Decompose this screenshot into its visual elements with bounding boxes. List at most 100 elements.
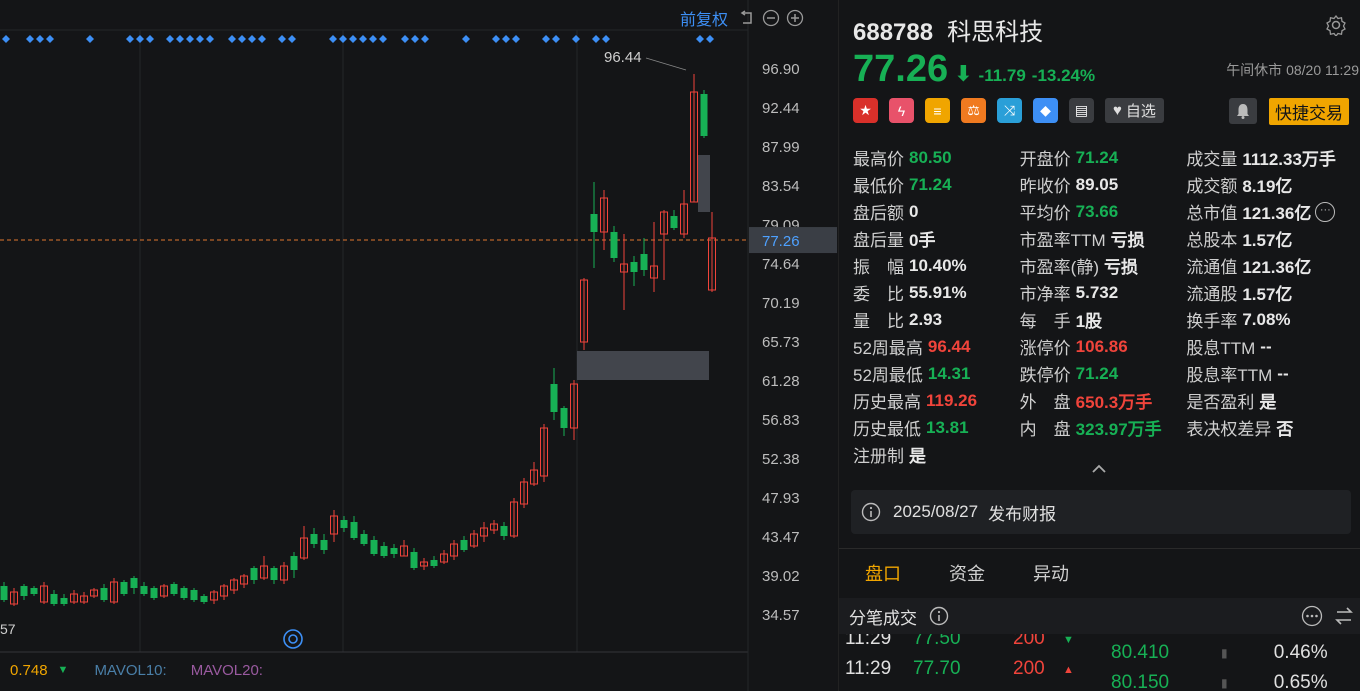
shuffle-icon[interactable]: ⤨: [997, 98, 1022, 123]
level-row: 80.410 ▮ 0.46%: [1111, 642, 1360, 664]
quote-label: 昨收价: [1019, 177, 1071, 196]
candle-body: [390, 548, 398, 554]
info-icon[interactable]: [929, 606, 949, 626]
quote-value: 1.57亿: [1242, 231, 1293, 250]
candle-body: [150, 588, 158, 598]
quote-cell: 表决权差异否: [1186, 415, 1353, 440]
event-marker-icon: [206, 35, 214, 43]
volume-value: 0.748: [10, 661, 48, 679]
zoom-out-icon[interactable]: [762, 9, 780, 27]
add-watchlist-button[interactable]: ♥ 自选: [1105, 98, 1164, 123]
quote-cell: 市盈率(静) 亏损: [1020, 253, 1187, 278]
quote-cell: 流通值 121.36亿: [1186, 253, 1353, 278]
event-marker-icon: [502, 35, 510, 43]
quote-cell: 市净率 5.732: [1020, 280, 1187, 305]
event-marker-icon: [228, 35, 236, 43]
candle-body: [350, 522, 358, 538]
quote-label: 是否盈利: [1186, 393, 1255, 412]
q-logo-icon-inner: [288, 634, 298, 644]
level-row: 80.150 ▮ 0.65%: [1111, 672, 1360, 691]
quote-value: 55.91%: [909, 282, 967, 302]
event-marker-icon: [86, 35, 94, 43]
coins-icon[interactable]: ≡: [925, 98, 950, 123]
candle-body: [140, 586, 148, 594]
quote-row: 最低价 71.24 昨收价 89.05 成交额 8.19亿: [853, 171, 1353, 198]
quote-cell: 振 幅 10.40%: [853, 253, 1020, 278]
bell-icon[interactable]: [1229, 98, 1257, 124]
volume-dropdown-icon[interactable]: ▼: [58, 664, 69, 676]
candle-body: [590, 214, 598, 232]
quote-cell: 外 盘 650.3万手: [1020, 388, 1187, 413]
fuquan-toggle[interactable]: 前复权: [680, 6, 728, 30]
event-marker-icon: [359, 35, 367, 43]
stock-code: 688788: [853, 19, 934, 46]
quote-label: 总市值: [1186, 204, 1238, 223]
event-marker-icon: [492, 35, 500, 43]
tab-capital[interactable]: 资金: [949, 560, 1007, 586]
tab-orderbook[interactable]: 盘口: [865, 560, 923, 586]
candle-body: [560, 408, 568, 428]
earnings-notice[interactable]: 2025/08/27 发布财报: [851, 490, 1351, 534]
undo-icon[interactable]: [738, 9, 756, 27]
kline-chart[interactable]: 96.9092.4487.9983.5479.0977.2674.6470.19…: [0, 0, 838, 691]
tick-price: 77.70: [913, 658, 961, 679]
event-marker-icon: [136, 35, 144, 43]
quote-cell: 量 比 2.93: [853, 307, 1020, 332]
level-price: 80.150: [1111, 672, 1170, 691]
candle-body: [500, 526, 508, 536]
swap-icon[interactable]: [1333, 605, 1355, 627]
scale-icon[interactable]: ⚖: [961, 98, 986, 123]
gear-icon[interactable]: [1325, 14, 1347, 36]
tab-anomaly[interactable]: 异动: [1033, 560, 1091, 586]
quote-cell: 成交量 1112.33万手: [1186, 145, 1353, 170]
quote-value: 121.36亿: [1242, 258, 1312, 277]
quote-value: 1股: [1075, 312, 1103, 331]
lightning-icon[interactable]: ϟ: [889, 98, 914, 123]
event-marker-icon: [401, 35, 409, 43]
event-marker-icon: [369, 35, 377, 43]
more-icon[interactable]: [1301, 605, 1323, 627]
quote-cell: 涨停价 106.86: [1020, 334, 1187, 359]
candle-body: [170, 584, 178, 594]
quote-value: 是: [909, 447, 926, 466]
quote-label: 盘后额: [853, 204, 904, 223]
tag-icon[interactable]: ◆: [1033, 98, 1058, 123]
price-axis-label: 39.02: [762, 568, 800, 585]
event-marker-icon: [421, 35, 429, 43]
more-icon[interactable]: ···: [1315, 201, 1336, 222]
quote-label: 跌停价: [1019, 366, 1071, 385]
quote-cell: 内 盘 323.97万手: [1020, 415, 1187, 440]
quote-value: 7.08%: [1242, 309, 1291, 329]
event-marker-icon: [2, 35, 10, 43]
candle-body: [460, 540, 468, 550]
quote-row: 振 幅 10.40% 市盈率(静) 亏损 流通值 121.36亿: [853, 252, 1353, 279]
price-axis-label: 47.93: [762, 490, 800, 507]
document-icon[interactable]: ▤: [1069, 98, 1094, 123]
price-change: -11.79: [978, 66, 1026, 85]
quote-label: 表决权差异: [1186, 420, 1272, 439]
event-marker-icon: [278, 35, 286, 43]
china-flag-icon[interactable]: ★: [853, 98, 878, 123]
market-status: 午间休市 08/20 11:29: [1226, 62, 1359, 78]
ticks-section-header: 分笔成交: [839, 598, 1360, 634]
quote-label: 平均价: [1019, 204, 1071, 223]
quote-value: 13.81: [926, 417, 969, 437]
candle-body: [550, 384, 558, 412]
candle-body: [290, 556, 298, 570]
event-marker-icon: [248, 35, 256, 43]
bar-marker: ▮: [1221, 676, 1228, 690]
notice-date: 2025/08/27: [893, 502, 979, 521]
price-axis-label: 74.64: [762, 256, 800, 273]
quote-label: 内 盘: [1019, 420, 1071, 439]
quote-value: 106.86: [1075, 336, 1128, 356]
chart-toolbar: 前复权: [680, 6, 804, 30]
candle-body: [640, 254, 648, 270]
chevron-up-icon[interactable]: [1091, 462, 1107, 474]
kline-chart-area[interactable]: 96.90 92.44 87.99 83.54 79.09 77.26 74.64 70.19…: [0, 0, 838, 691]
tick-row: 11:29 77.50 200 ▼: [839, 634, 1099, 650]
quick-trade-button[interactable]: 快捷交易: [1269, 98, 1349, 125]
zoom-in-icon[interactable]: [786, 9, 804, 27]
price-axis-label: 56.83: [762, 412, 800, 429]
quote-cell: 历史最低 13.81: [853, 415, 1020, 440]
quote-label: 历史最低: [853, 420, 921, 439]
